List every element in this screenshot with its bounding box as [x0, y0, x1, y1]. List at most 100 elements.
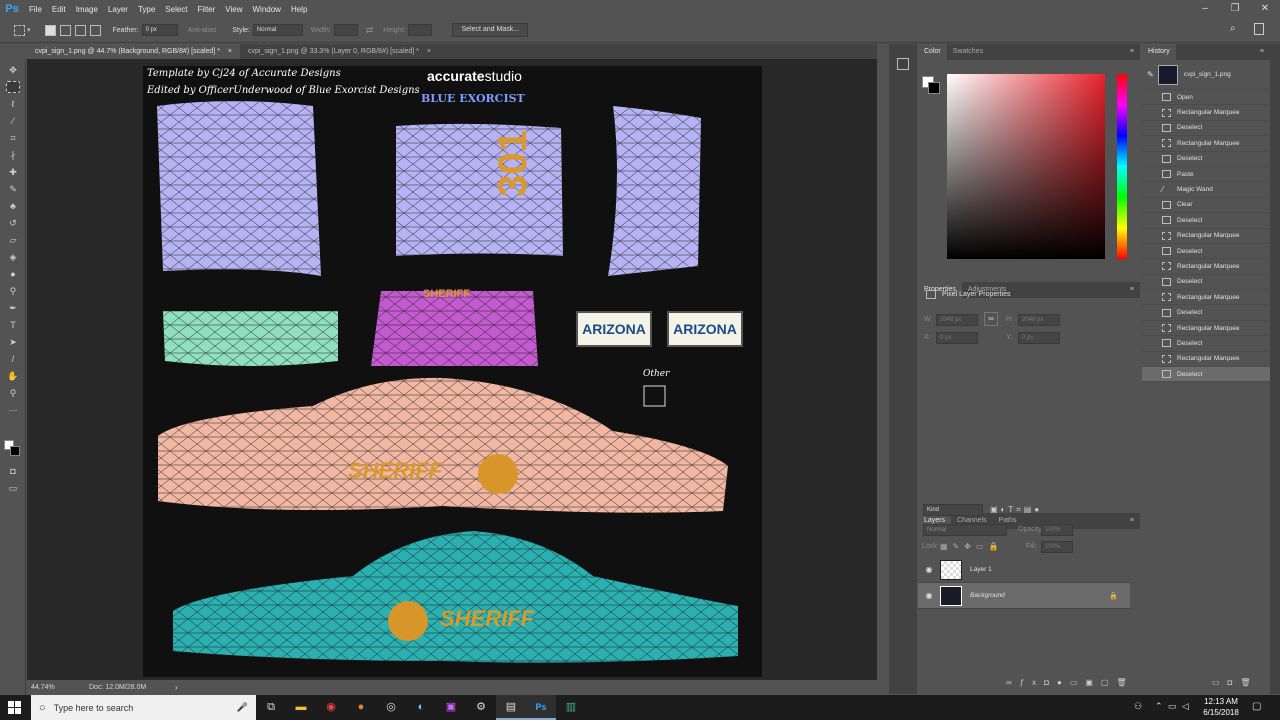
swap-icon[interactable]: ⇄ [366, 25, 374, 36]
history-item[interactable]: Deselect [1142, 305, 1270, 321]
menu-help[interactable]: Help [286, 5, 312, 14]
chevron-down-icon[interactable]: ▾ [27, 26, 31, 34]
panel-menu-icon[interactable]: ≡ [1130, 517, 1134, 524]
zoom-tool-icon[interactable]: ⚲ [6, 387, 20, 399]
tray-chevron-icon[interactable]: ⌃ [1155, 701, 1163, 712]
pen-tool-icon[interactable]: ✒ [6, 302, 20, 314]
network-icon[interactable]: ▭ [1168, 701, 1177, 712]
maximize-icon[interactable]: ❐ [1220, 0, 1250, 18]
history-item[interactable]: Paste [1142, 167, 1270, 183]
lasso-tool-icon[interactable]: ℓ [6, 98, 20, 110]
history-snapshot[interactable]: ✎ cvpi_sign_1.png [1142, 60, 1270, 90]
magic-wand-tool-icon[interactable]: ⁄ [6, 115, 20, 127]
history-item[interactable]: Clear [1142, 198, 1270, 214]
file-explorer-icon[interactable]: ▬ [286, 695, 316, 720]
menu-window[interactable]: Window [248, 5, 286, 14]
height-input[interactable] [408, 24, 433, 36]
paint-bucket-tool-icon[interactable]: ◈ [6, 251, 20, 263]
history-item[interactable]: Deselect [1142, 152, 1270, 167]
history-item[interactable]: Open [1142, 90, 1270, 106]
hue-slider[interactable] [1117, 74, 1127, 259]
status-arrow-icon[interactable]: › [175, 680, 178, 695]
dodge-tool-icon[interactable]: ⚲ [6, 285, 20, 297]
lock-icon[interactable]: 🔒 [1109, 592, 1118, 600]
tab-history[interactable]: History [1142, 44, 1176, 60]
task-view-icon[interactable]: ⧉ [256, 695, 286, 720]
move-tool-icon[interactable]: ✥ [6, 64, 20, 76]
visibility-eye-icon[interactable]: ◉ [922, 591, 936, 600]
layer-row-background[interactable]: ◉ Background 🔒 [918, 583, 1130, 609]
history-item[interactable]: Rectangular Marquee [1142, 259, 1270, 275]
select-and-mask-button[interactable]: Select and Mask... [452, 23, 529, 37]
crop-tool-icon[interactable]: ⌗ [6, 132, 20, 144]
marquee-preset-icon[interactable] [14, 24, 25, 36]
feather-input[interactable]: 0 px [141, 24, 178, 36]
antialias-checkbox[interactable]: Anti-alias [188, 27, 217, 34]
history-item[interactable]: Deselect [1142, 213, 1270, 229]
line-tool-icon[interactable]: / [6, 353, 20, 365]
blur-tool-icon[interactable]: ● [6, 268, 20, 280]
h-input[interactable]: 2048 px [1018, 314, 1060, 326]
brush-tool-icon[interactable]: ✎ [6, 183, 20, 195]
history-item[interactable]: Rectangular Marquee [1142, 352, 1270, 368]
media-app-icon[interactable]: ◎ [376, 695, 406, 720]
w-input[interactable]: 2048 px [936, 314, 978, 326]
quick-mask-icon[interactable]: ◘ [6, 465, 20, 477]
history-item[interactable]: Rectangular Marquee [1142, 105, 1270, 121]
menu-type[interactable]: Type [133, 5, 160, 14]
tab-swatches[interactable]: Swatches [947, 44, 989, 60]
visibility-eye-icon[interactable]: ◉ [922, 565, 936, 574]
menu-view[interactable]: View [220, 5, 247, 14]
close-icon[interactable]: ✕ [1250, 0, 1280, 18]
x-input[interactable]: 0 px [936, 332, 978, 344]
history-item[interactable]: Deselect [1142, 275, 1270, 291]
layer-kind-filter[interactable]: Kind [923, 504, 983, 516]
subtract-selection-icon[interactable] [74, 24, 86, 36]
rectangular-marquee-tool-icon[interactable] [6, 81, 20, 93]
minimize-icon[interactable]: – [1190, 0, 1220, 18]
snapshot-brush-icon[interactable]: ✎ [1147, 70, 1154, 79]
volume-icon[interactable]: ◁ [1182, 701, 1189, 712]
notification-icon[interactable]: ▢ [1252, 701, 1261, 712]
brush-presets-icon[interactable] [897, 58, 909, 70]
layer-row-layer1[interactable]: ◉ Layer 1 [918, 557, 1130, 583]
zoom-level[interactable]: 44.74% [31, 680, 55, 695]
menu-image[interactable]: Image [71, 5, 103, 14]
y-input[interactable]: 0 px [1018, 332, 1060, 344]
app-icon-9[interactable]: ▤ [496, 695, 526, 720]
layer-name[interactable]: Background [970, 592, 1005, 599]
microphone-icon[interactable]: 🎤 [237, 702, 248, 713]
width-input[interactable] [333, 24, 358, 36]
fill-input[interactable]: 100% [1041, 541, 1073, 553]
lock-icons[interactable]: ▦✎✥▭🔒 [940, 542, 1003, 551]
document-canvas[interactable]: Template by Cj24 of Accurate Designs Edi… [143, 66, 762, 677]
eyedropper-tool-icon[interactable]: ∤ [6, 149, 20, 161]
tab-document-1[interactable]: cvpi_sign_1.png @ 44.7% (Background, RGB… [27, 44, 240, 59]
tab-close-icon[interactable]: × [228, 48, 232, 55]
history-item[interactable]: Deselect [1142, 121, 1270, 137]
color-picker-field[interactable] [947, 74, 1105, 259]
chrome-icon[interactable]: ◉ [316, 695, 346, 720]
link-icon[interactable]: ∞ [984, 312, 998, 326]
history-footer-icons[interactable]: ▭◘🗑 [1212, 678, 1259, 687]
canvas-area[interactable]: Template by Cj24 of Accurate Designs Edi… [27, 59, 877, 680]
photoshop-taskbar-icon[interactable]: Ps [526, 695, 556, 720]
more-tools-icon[interactable]: ··· [6, 404, 20, 416]
menu-file[interactable]: File [24, 5, 47, 14]
panel-menu-icon[interactable]: ≡ [1130, 48, 1134, 55]
history-brush-tool-icon[interactable]: ↺ [6, 217, 20, 229]
menu-select[interactable]: Select [160, 5, 192, 14]
color-bg-swatch[interactable] [928, 82, 940, 94]
history-item[interactable]: Deselect [1142, 244, 1270, 260]
tab-close-icon[interactable]: × [427, 48, 431, 55]
panel-menu-icon[interactable]: ≡ [1260, 48, 1264, 55]
clone-stamp-tool-icon[interactable]: ♣ [6, 200, 20, 212]
history-item-selected[interactable]: Deselect [1142, 367, 1270, 383]
blend-mode-select[interactable]: Normal [923, 524, 1007, 536]
path-selection-tool-icon[interactable]: ➤ [6, 336, 20, 348]
taskbar-search-box[interactable]: ○ Type here to search 🎤 [31, 695, 256, 720]
layer-footer-icons[interactable]: ∞ƒx◘●▭▣▢🗑 [1006, 678, 1135, 687]
clock-time[interactable]: 12:13 AM [1200, 697, 1242, 706]
app-icon-11[interactable]: ▥ [556, 695, 586, 720]
intersect-selection-icon[interactable] [89, 24, 101, 36]
